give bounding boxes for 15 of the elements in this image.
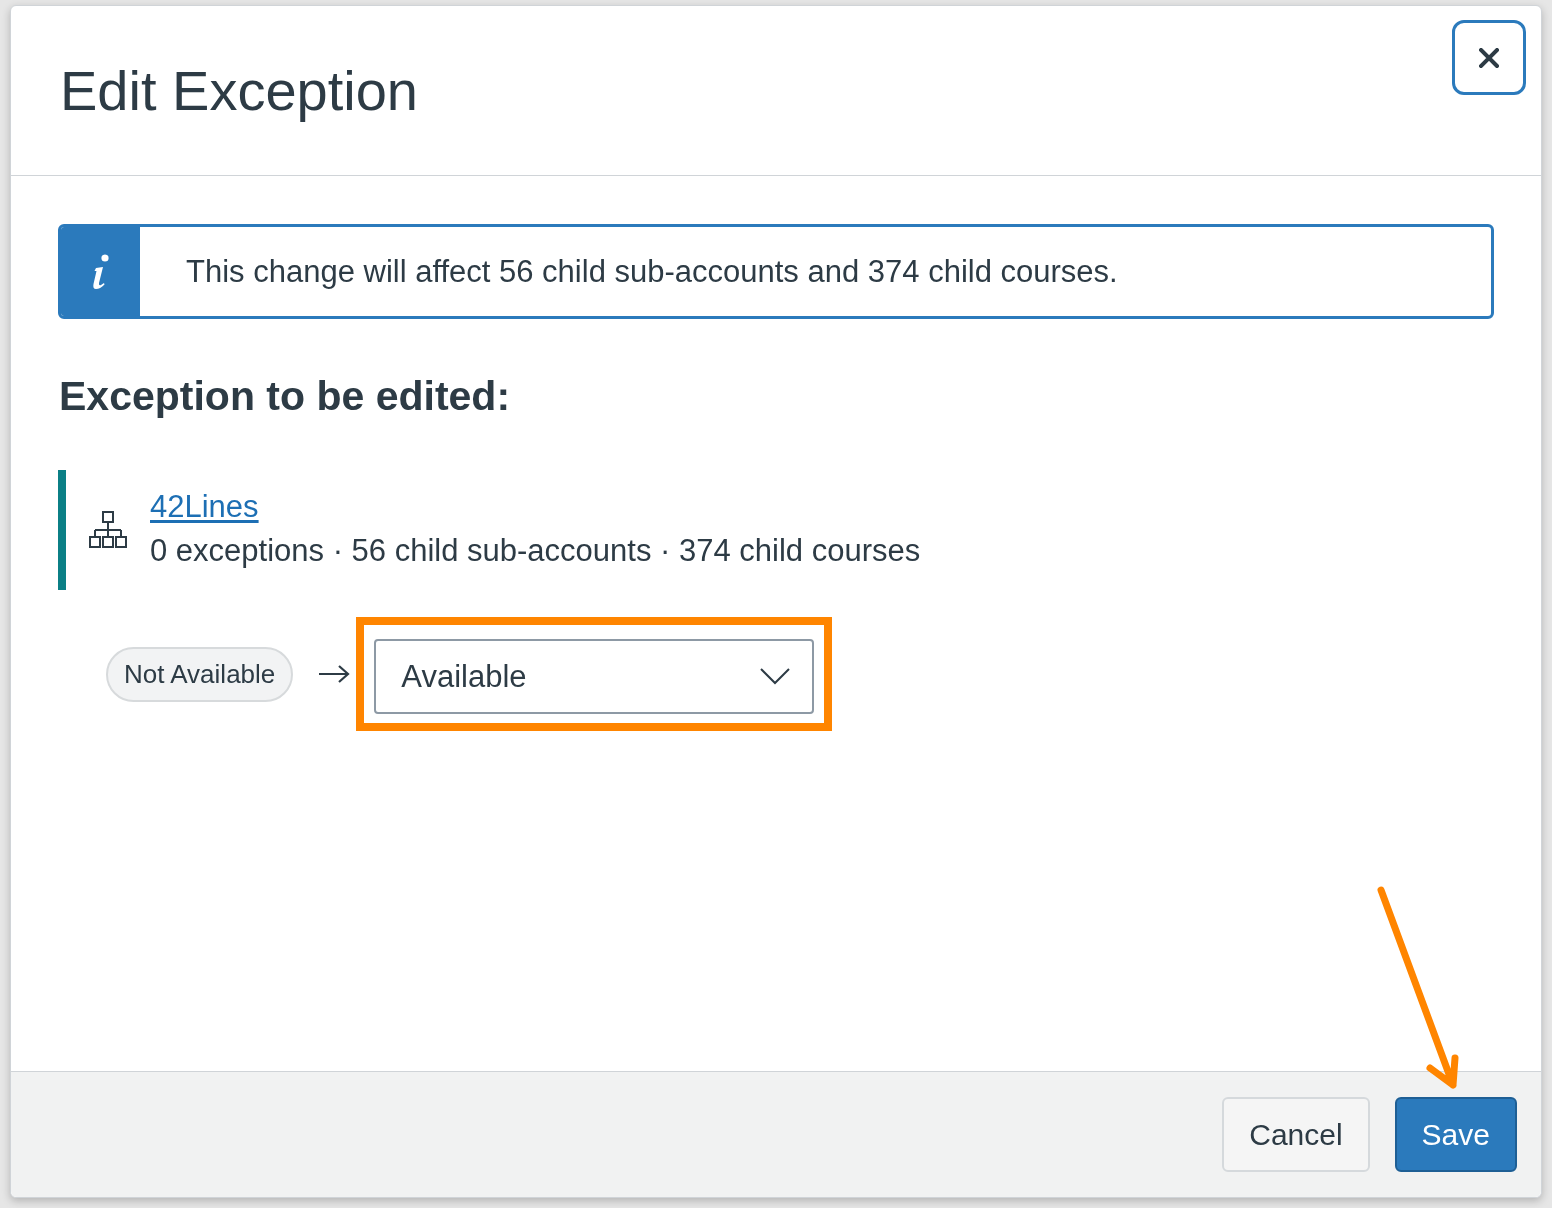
account-details: 0 exceptions · 56 child sub-accounts · 374 child courses <box>150 532 921 570</box>
status-select[interactable]: Available <box>374 639 815 714</box>
save-button[interactable]: Save <box>1394 1097 1517 1172</box>
section-heading: Exception to be edited: <box>59 372 512 421</box>
hierarchy-icon <box>89 510 127 548</box>
info-icon <box>90 253 111 290</box>
status-pill: Not Available <box>106 646 294 702</box>
dialog-title: Edit Exception <box>60 57 418 124</box>
chevron-down-icon <box>760 668 791 685</box>
close-button[interactable] <box>1452 20 1526 95</box>
alert-message: This change will affect 56 child sub-accounts and 374 child courses. <box>185 252 1118 291</box>
account-link[interactable]: 42Lines <box>150 485 259 529</box>
close-icon <box>1479 47 1499 68</box>
arrow-right-icon <box>318 664 351 684</box>
cancel-button[interactable]: Cancel <box>1222 1097 1370 1172</box>
